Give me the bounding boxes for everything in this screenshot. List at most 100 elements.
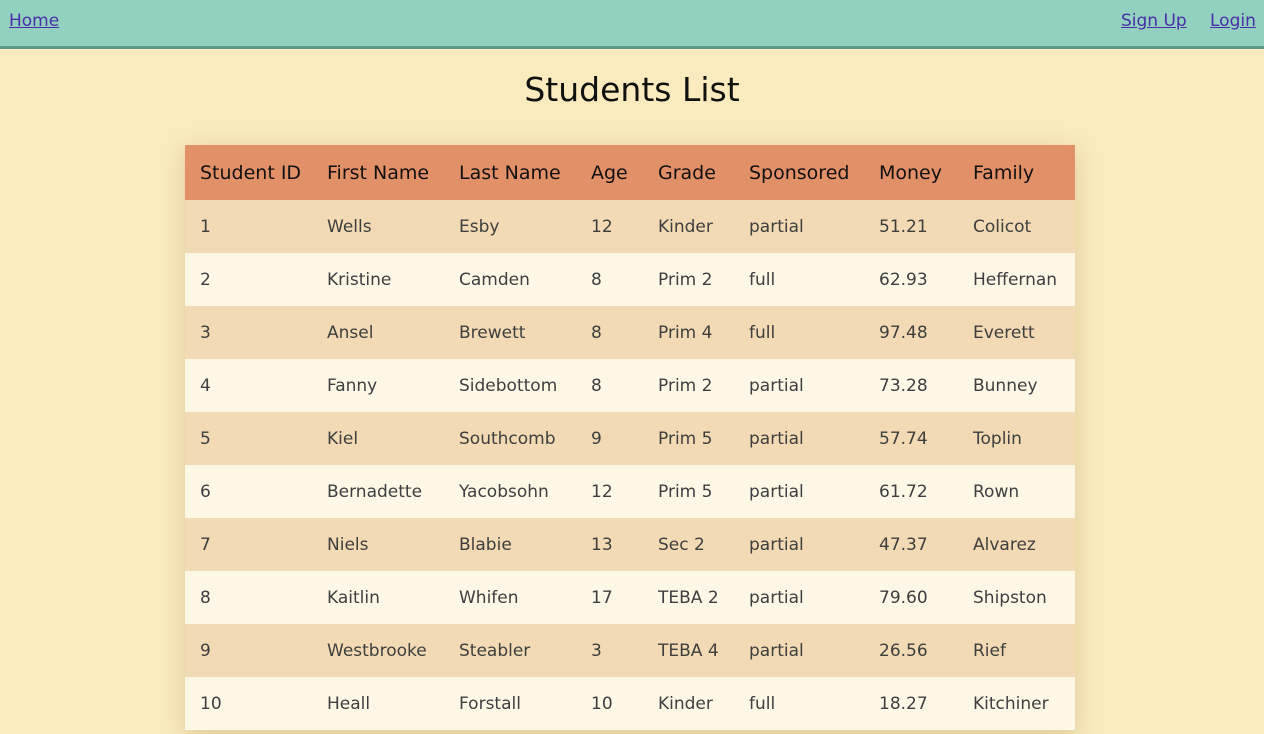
cell-grade: Kinder xyxy=(643,677,734,730)
cell-grade: Prim 2 xyxy=(643,359,734,412)
cell-sponsored: partial xyxy=(734,465,864,518)
cell-first-name: Fanny xyxy=(312,359,444,412)
table-body: 1 Wells Esby 12 Kinder partial 51.21 Colicot 2 Kr… xyxy=(185,200,1075,730)
cell-student-id: 1 xyxy=(185,200,312,253)
cell-family: Heffernan xyxy=(958,253,1075,306)
page-title: Students List xyxy=(524,70,740,109)
cell-grade: TEBA 2 xyxy=(643,571,734,624)
cell-last-name: Camden xyxy=(444,253,576,306)
cell-sponsored: partial xyxy=(734,518,864,571)
cell-age: 12 xyxy=(576,200,643,253)
cell-family: Toplin xyxy=(958,412,1075,465)
cell-student-id: 10 xyxy=(185,677,312,730)
table-row: 7 Niels Blabie 13 Sec 2 partial 47.37 Alvarez xyxy=(185,518,1075,571)
cell-student-id: 8 xyxy=(185,571,312,624)
cell-first-name: Kiel xyxy=(312,412,444,465)
cell-first-name: Kaitlin xyxy=(312,571,444,624)
cell-family: Kitchiner xyxy=(958,677,1075,730)
cell-family: Shipston xyxy=(958,571,1075,624)
cell-money: 57.74 xyxy=(864,412,958,465)
home-link[interactable]: Home xyxy=(9,11,59,31)
cell-last-name: Steabler xyxy=(444,624,576,677)
table-row: 4 Fanny Sidebottom 8 Prim 2 partial 73.28 Bunne… xyxy=(185,359,1075,412)
cell-grade: Prim 5 xyxy=(643,412,734,465)
cell-first-name: Niels xyxy=(312,518,444,571)
cell-family: Rown xyxy=(958,465,1075,518)
table-header-row: Student ID First Name Last Name Age Grad… xyxy=(185,145,1075,200)
table-row: 9 Westbrooke Steabler 3 TEBA 4 partial 26.56 Ri… xyxy=(185,624,1075,677)
cell-sponsored: partial xyxy=(734,412,864,465)
cell-family: Everett xyxy=(958,306,1075,359)
cell-family: Bunney xyxy=(958,359,1075,412)
cell-first-name: Kristine xyxy=(312,253,444,306)
cell-money: 62.93 xyxy=(864,253,958,306)
cell-student-id: 7 xyxy=(185,518,312,571)
cell-money: 79.60 xyxy=(864,571,958,624)
table-row: 1 Wells Esby 12 Kinder partial 51.21 Colicot xyxy=(185,200,1075,253)
table-row: 3 Ansel Brewett 8 Prim 4 full 97.48 Everett xyxy=(185,306,1075,359)
cell-sponsored: partial xyxy=(734,624,864,677)
cell-last-name: Southcomb xyxy=(444,412,576,465)
cell-age: 9 xyxy=(576,412,643,465)
table-row: 8 Kaitlin Whifen 17 TEBA 2 partial 79.60 Shipst… xyxy=(185,571,1075,624)
cell-sponsored: partial xyxy=(734,200,864,253)
cell-age: 3 xyxy=(576,624,643,677)
cell-money: 73.28 xyxy=(864,359,958,412)
cell-age: 8 xyxy=(576,253,643,306)
cell-first-name: Bernadette xyxy=(312,465,444,518)
top-navbar: Home Sign Up Login xyxy=(0,0,1264,49)
cell-student-id: 6 xyxy=(185,465,312,518)
cell-age: 8 xyxy=(576,359,643,412)
sign-up-link[interactable]: Sign Up xyxy=(1121,11,1187,31)
cell-money: 97.48 xyxy=(864,306,958,359)
cell-age: 8 xyxy=(576,306,643,359)
cell-family: Colicot xyxy=(958,200,1075,253)
cell-last-name: Yacobsohn xyxy=(444,465,576,518)
cell-sponsored: full xyxy=(734,253,864,306)
cell-first-name: Heall xyxy=(312,677,444,730)
cell-student-id: 5 xyxy=(185,412,312,465)
column-header-first-name: First Name xyxy=(312,145,444,200)
cell-family: Alvarez xyxy=(958,518,1075,571)
cell-first-name: Ansel xyxy=(312,306,444,359)
cell-grade: Prim 2 xyxy=(643,253,734,306)
cell-last-name: Esby xyxy=(444,200,576,253)
table-row: 10 Heall Forstall 10 Kinder full 18.27 Kitchine… xyxy=(185,677,1075,730)
cell-last-name: Forstall xyxy=(444,677,576,730)
cell-money: 18.27 xyxy=(864,677,958,730)
column-header-family: Family xyxy=(958,145,1075,200)
cell-age: 17 xyxy=(576,571,643,624)
cell-last-name: Sidebottom xyxy=(444,359,576,412)
cell-sponsored: full xyxy=(734,306,864,359)
cell-student-id: 4 xyxy=(185,359,312,412)
login-link[interactable]: Login xyxy=(1210,11,1256,31)
cell-sponsored: partial xyxy=(734,359,864,412)
cell-first-name: Wells xyxy=(312,200,444,253)
cell-grade: Kinder xyxy=(643,200,734,253)
table-row: 6 Bernadette Yacobsohn 12 Prim 5 partial 61.72… xyxy=(185,465,1075,518)
table-row: 5 Kiel Southcomb 9 Prim 5 partial 57.74 Toplin xyxy=(185,412,1075,465)
cell-student-id: 9 xyxy=(185,624,312,677)
cell-money: 26.56 xyxy=(864,624,958,677)
column-header-sponsored: Sponsored xyxy=(734,145,864,200)
cell-grade: Prim 4 xyxy=(643,306,734,359)
cell-age: 10 xyxy=(576,677,643,730)
column-header-last-name: Last Name xyxy=(444,145,576,200)
cell-age: 12 xyxy=(576,465,643,518)
cell-family: Rief xyxy=(958,624,1075,677)
cell-last-name: Brewett xyxy=(444,306,576,359)
cell-student-id: 3 xyxy=(185,306,312,359)
cell-last-name: Whifen xyxy=(444,571,576,624)
students-table-container: Student ID First Name Last Name Age Grad… xyxy=(185,145,1075,730)
cell-age: 13 xyxy=(576,518,643,571)
cell-money: 51.21 xyxy=(864,200,958,253)
cell-first-name: Westbrooke xyxy=(312,624,444,677)
cell-sponsored: full xyxy=(734,677,864,730)
students-table: Student ID First Name Last Name Age Grad… xyxy=(185,145,1075,730)
table-row: 2 Kristine Camden 8 Prim 2 full 62.93 Heffernan xyxy=(185,253,1075,306)
cell-grade: TEBA 4 xyxy=(643,624,734,677)
column-header-student-id: Student ID xyxy=(185,145,312,200)
cell-sponsored: partial xyxy=(734,571,864,624)
cell-grade: Prim 5 xyxy=(643,465,734,518)
cell-money: 61.72 xyxy=(864,465,958,518)
